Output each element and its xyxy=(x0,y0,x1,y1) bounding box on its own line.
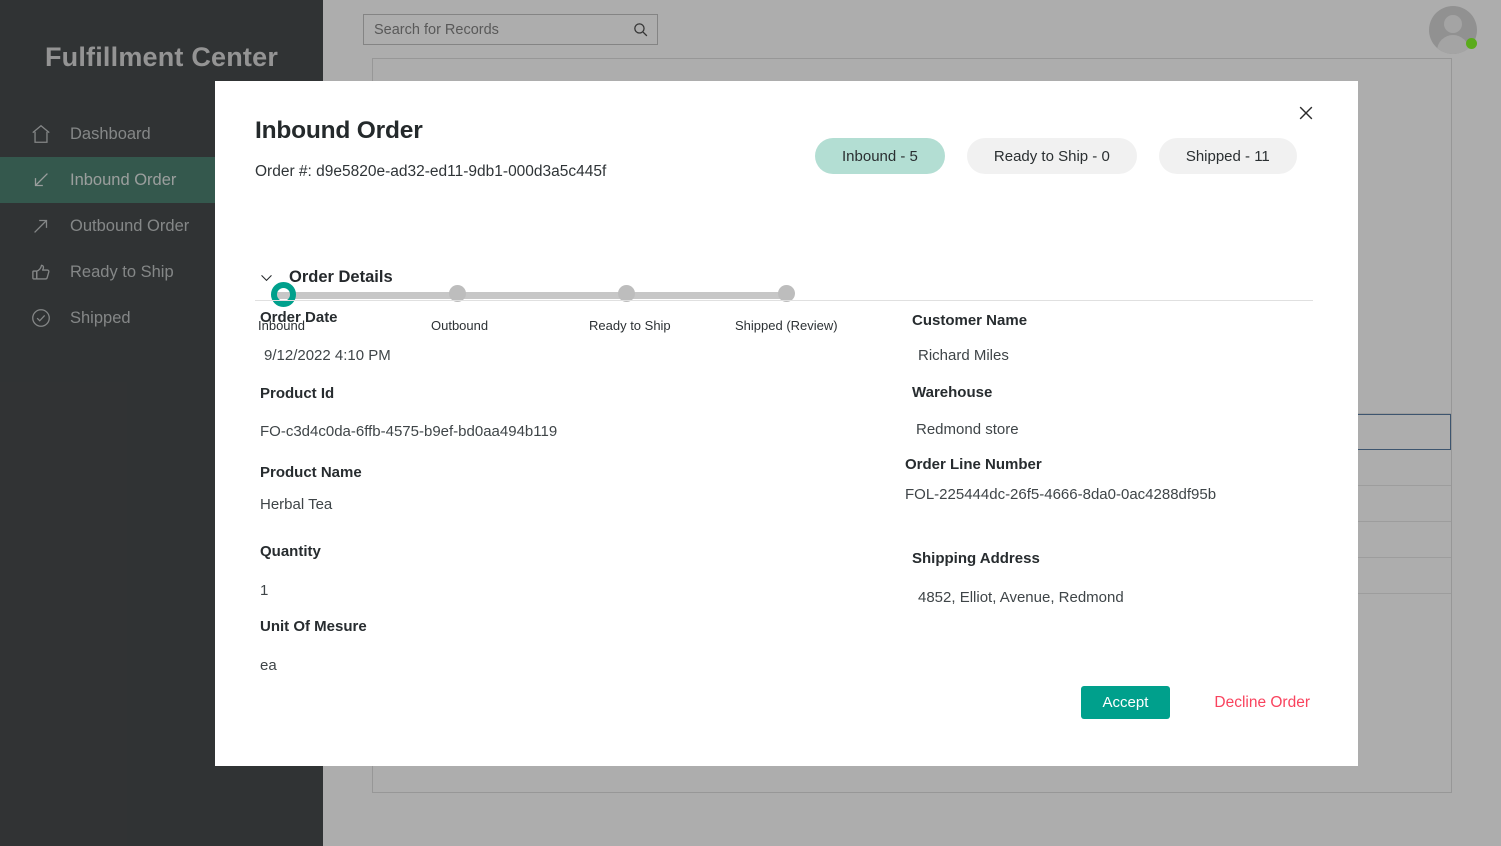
field-value-quantity: 1 xyxy=(260,582,269,599)
status-pill-shipped[interactable]: Shipped - 11 xyxy=(1158,138,1297,174)
field-label-shipping-address: Shipping Address xyxy=(912,550,1040,567)
stepper-step-outbound[interactable]: Outbound xyxy=(431,282,488,333)
field-value-warehouse: Redmond store xyxy=(916,421,1019,438)
field-label-order-line-number: Order Line Number xyxy=(905,456,1042,473)
status-badge xyxy=(1466,38,1477,49)
stepper-step-shipped-review[interactable]: Shipped (Review) xyxy=(735,282,838,333)
stepper-label: Ready to Ship xyxy=(589,318,671,333)
accept-button[interactable]: Accept xyxy=(1080,686,1171,719)
order-details-label: Order Details xyxy=(289,267,393,286)
status-pill-group: Inbound - 5 Ready to Ship - 0 Shipped - … xyxy=(815,138,1297,174)
stepper-step-ready-to-ship[interactable]: Ready to Ship xyxy=(589,282,671,333)
chevron-down-icon xyxy=(255,266,277,288)
field-label-product-name: Product Name xyxy=(260,464,362,481)
modal-actions: Accept Decline Order xyxy=(1080,686,1310,719)
field-value-customer-name: Richard Miles xyxy=(918,347,1009,364)
stepper-label: Outbound xyxy=(431,318,489,333)
status-pill-ready-to-ship[interactable]: Ready to Ship - 0 xyxy=(966,138,1137,174)
status-pill-inbound[interactable]: Inbound - 5 xyxy=(815,138,945,174)
stepper-track xyxy=(271,292,790,299)
field-label-unit-of-mesure: Unit Of Mesure xyxy=(260,618,367,635)
field-value-order-date: 9/12/2022 4:10 PM xyxy=(264,347,391,364)
close-icon[interactable] xyxy=(1290,97,1322,129)
field-label-warehouse: Warehouse xyxy=(912,384,993,401)
field-value-shipping-address: 4852, Elliot, Avenue, Redmond xyxy=(918,589,1124,606)
order-number: Order #: d9e5820e-ad32-ed11-9db1-000d3a5… xyxy=(255,163,607,180)
field-value-order-line-number: FOL-225444dc-26f5-4666-8da0-0ac4288df95b xyxy=(905,486,1217,503)
divider xyxy=(255,300,1313,301)
decline-order-button[interactable]: Decline Order xyxy=(1214,694,1310,712)
field-label-order-date: Order Date xyxy=(260,309,338,326)
field-label-quantity: Quantity xyxy=(260,543,321,560)
field-value-product-id: FO-c3d4c0da-6ffb-4575-b9ef-bd0aa494b119 xyxy=(260,423,558,440)
field-label-customer-name: Customer Name xyxy=(912,312,1028,329)
field-value-unit-of-mesure: ea xyxy=(260,657,277,674)
order-details-toggle[interactable]: Order Details xyxy=(255,266,393,288)
field-label-product-id: Product Id xyxy=(260,385,335,402)
stepper-label: Shipped (Review) xyxy=(735,318,838,333)
order-progress-stepper: Inbound Outbound Ready to Ship Shipped (… xyxy=(255,203,838,333)
page-title: Inbound Order xyxy=(255,117,423,144)
inbound-order-modal: Inbound Order Order #: d9e5820e-ad32-ed1… xyxy=(215,81,1358,766)
field-value-product-name: Herbal Tea xyxy=(260,496,333,513)
